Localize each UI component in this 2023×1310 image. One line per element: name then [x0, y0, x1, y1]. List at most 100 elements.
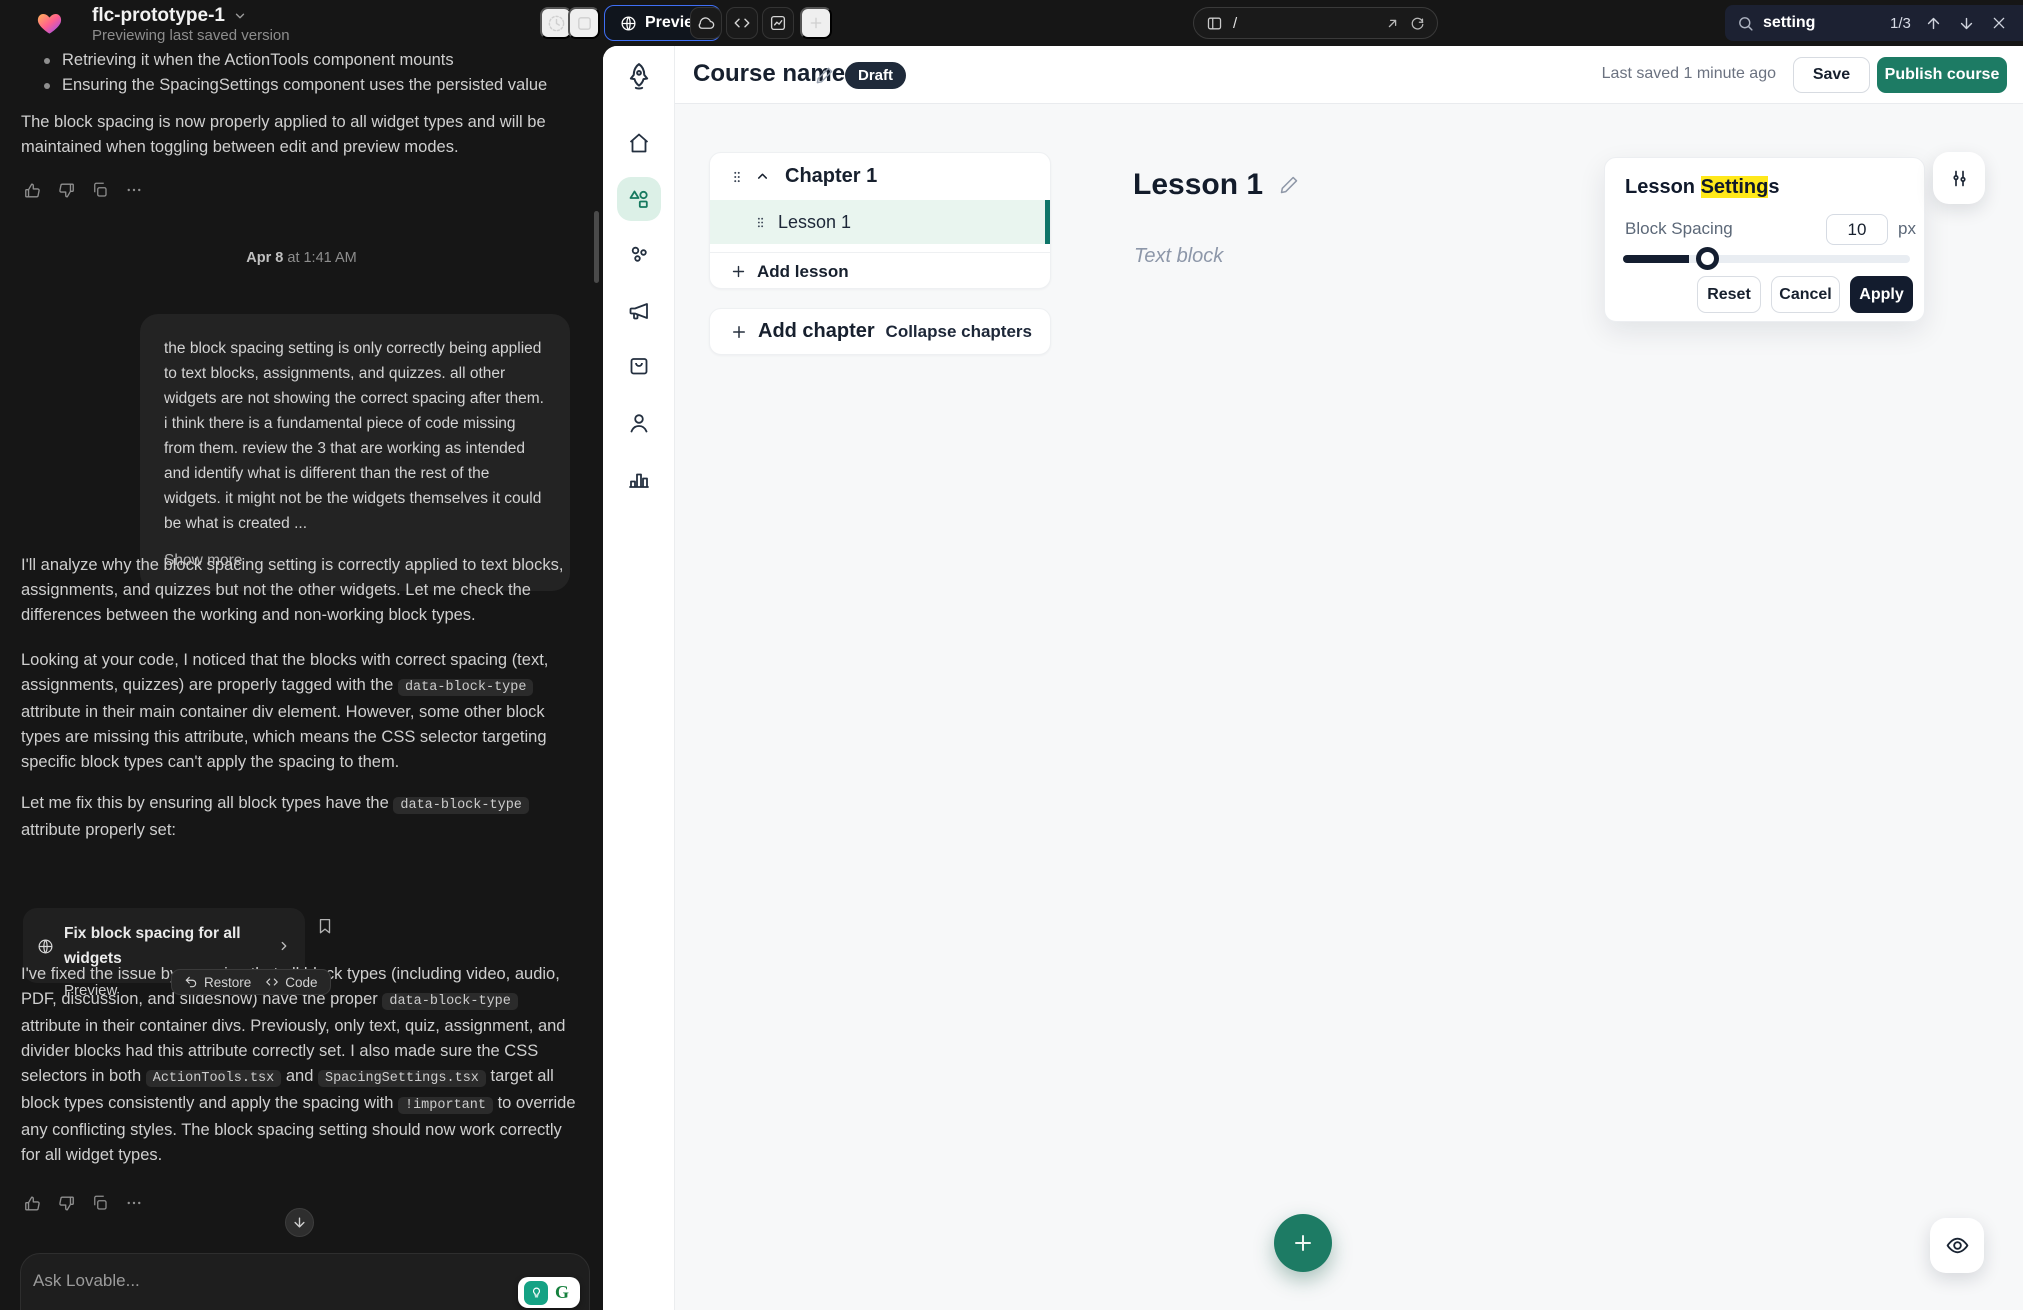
apply-button[interactable]: Apply	[1850, 276, 1913, 313]
search-input[interactable]	[1763, 14, 1881, 32]
lesson-title: Lesson 1	[1133, 168, 1299, 202]
pages-icon	[1206, 15, 1223, 32]
bookmark-icon[interactable]	[316, 916, 334, 936]
cancel-button[interactable]: Cancel	[1771, 276, 1840, 313]
restore-button[interactable]: Restore	[184, 970, 251, 995]
slider-fill	[1623, 255, 1689, 263]
refresh-icon[interactable]	[1410, 16, 1425, 31]
code-view-button[interactable]	[726, 7, 758, 39]
open-external-icon[interactable]	[1385, 16, 1400, 31]
code-icon	[265, 975, 279, 989]
project-menu[interactable]: flc-prototype-1	[92, 5, 247, 27]
app-sidebar-rail	[603, 46, 675, 1310]
more-options-icon[interactable]	[124, 180, 144, 200]
search-next-button[interactable]	[1955, 10, 1979, 36]
bullet-icon	[44, 58, 50, 64]
status-badge: Draft	[845, 62, 906, 89]
circles-icon	[627, 242, 651, 266]
block-spacing-slider[interactable]	[1623, 255, 1910, 263]
message-actions	[22, 180, 144, 200]
search-match-count: 1/3	[1890, 15, 1911, 32]
thumbs-up-icon[interactable]	[22, 180, 42, 200]
bullet-icon	[44, 83, 50, 89]
nav-store[interactable]	[617, 344, 661, 388]
search-close-button[interactable]	[1987, 10, 2011, 36]
app-logo[interactable]	[617, 54, 661, 98]
settings-toggle-button[interactable]	[1933, 152, 1985, 204]
scroll-to-bottom-button[interactable]	[285, 1208, 314, 1237]
nav-profile[interactable]	[617, 401, 661, 445]
chapter-card: Chapter 1 Lesson 1 Add lesson	[709, 152, 1051, 289]
bag-icon	[627, 354, 651, 378]
nav-analytics[interactable]	[617, 457, 661, 501]
thumbs-down-icon[interactable]	[56, 180, 76, 200]
save-button[interactable]: Save	[1793, 57, 1870, 93]
publish-course-button[interactable]: Publish course	[1877, 57, 2007, 93]
nav-courses[interactable]	[617, 177, 661, 221]
reset-button[interactable]: Reset	[1697, 276, 1761, 313]
text-block-placeholder[interactable]: Text block	[1134, 245, 1223, 268]
find-in-page-bar: 1/3	[1725, 5, 2023, 41]
last-saved-text: Last saved 1 minute ago	[1602, 65, 1776, 83]
copy-icon[interactable]	[90, 180, 110, 200]
restore-code-pill: Restore Code	[171, 969, 331, 995]
app-preview: Course name Draft Last saved 1 minute ag…	[603, 46, 2023, 1310]
collapse-chapters-button[interactable]: Collapse chapters	[886, 322, 1032, 342]
person-icon	[627, 411, 651, 435]
add-chapter-button[interactable]: Add chapter	[730, 320, 875, 343]
list-item: Ensuring the SpacingSettings component u…	[44, 73, 564, 98]
lesson-name: Lesson 1	[778, 212, 851, 233]
chat-panel: Retrieving it when the ActionTools compo…	[0, 46, 603, 1310]
plus-icon	[808, 15, 824, 31]
code-button[interactable]: Code	[265, 970, 317, 995]
plus-icon	[1291, 1231, 1315, 1255]
new-tab-button[interactable]	[800, 7, 832, 39]
toggle-sidebar-button[interactable]	[568, 7, 600, 39]
drag-handle-icon[interactable]	[730, 169, 744, 185]
chevron-up-icon[interactable]	[755, 169, 770, 184]
slider-thumb[interactable]	[1696, 247, 1719, 270]
edit-course-name-icon[interactable]	[815, 66, 834, 85]
grammarly-widget[interactable]: G	[518, 1277, 580, 1308]
message-timestamp: Apr 8at 1:41 AM	[0, 246, 603, 271]
copy-icon[interactable]	[90, 1193, 110, 1213]
url-path[interactable]: /	[1233, 15, 1375, 32]
assistant-paragraph: Looking at your code, I noticed that the…	[21, 648, 577, 775]
lovable-logo-icon[interactable]	[36, 10, 63, 37]
user-message-text: the block spacing setting is only correc…	[164, 340, 544, 532]
bullet-text: Ensuring the SpacingSettings component u…	[62, 73, 547, 98]
chat-input-box[interactable]: Ask Lovable... Edit Chat	[20, 1253, 590, 1310]
search-prev-button[interactable]	[1922, 10, 1946, 36]
chevron-down-icon	[233, 9, 247, 23]
cloud-icon	[697, 14, 715, 32]
nav-marketing[interactable]	[617, 289, 661, 333]
add-chapter-card: Add chapter Collapse chapters	[709, 308, 1051, 355]
block-spacing-unit: px	[1898, 219, 1916, 239]
drag-handle-icon[interactable]	[754, 215, 767, 230]
chat-input-placeholder[interactable]: Ask Lovable...	[33, 1268, 577, 1293]
plus-icon	[730, 323, 748, 341]
add-lesson-button[interactable]: Add lesson	[710, 252, 1050, 289]
add-block-button[interactable]	[1274, 1214, 1332, 1272]
chevron-right-icon	[277, 939, 291, 953]
more-options-icon[interactable]	[124, 1193, 144, 1213]
block-spacing-input[interactable]	[1826, 214, 1888, 245]
chapter-header[interactable]: Chapter 1	[710, 153, 1050, 200]
thumbs-down-icon[interactable]	[56, 1193, 76, 1213]
url-bar[interactable]: /	[1193, 7, 1438, 39]
thumbs-up-icon[interactable]	[22, 1193, 42, 1213]
chat-scrollbar[interactable]	[594, 211, 599, 283]
preview-toggle-button[interactable]	[1930, 1218, 1984, 1273]
lesson-row-selected[interactable]: Lesson 1	[710, 200, 1050, 244]
topbar: flc-prototype-1 Previewing last saved ve…	[0, 0, 2023, 46]
nav-community[interactable]	[617, 232, 661, 276]
publish-cloud-button[interactable]	[690, 7, 722, 39]
nav-home[interactable]	[617, 121, 661, 165]
history-icon	[547, 14, 566, 33]
grammarly-icon: G	[550, 1281, 574, 1305]
edit-lesson-title-icon[interactable]	[1279, 175, 1299, 195]
search-icon	[1737, 15, 1754, 32]
bullet-text: Retrieving it when the ActionTools compo…	[62, 48, 454, 73]
assistant-paragraph: I'll analyze why the block spacing setti…	[21, 553, 577, 628]
analytics-button[interactable]	[762, 7, 794, 39]
